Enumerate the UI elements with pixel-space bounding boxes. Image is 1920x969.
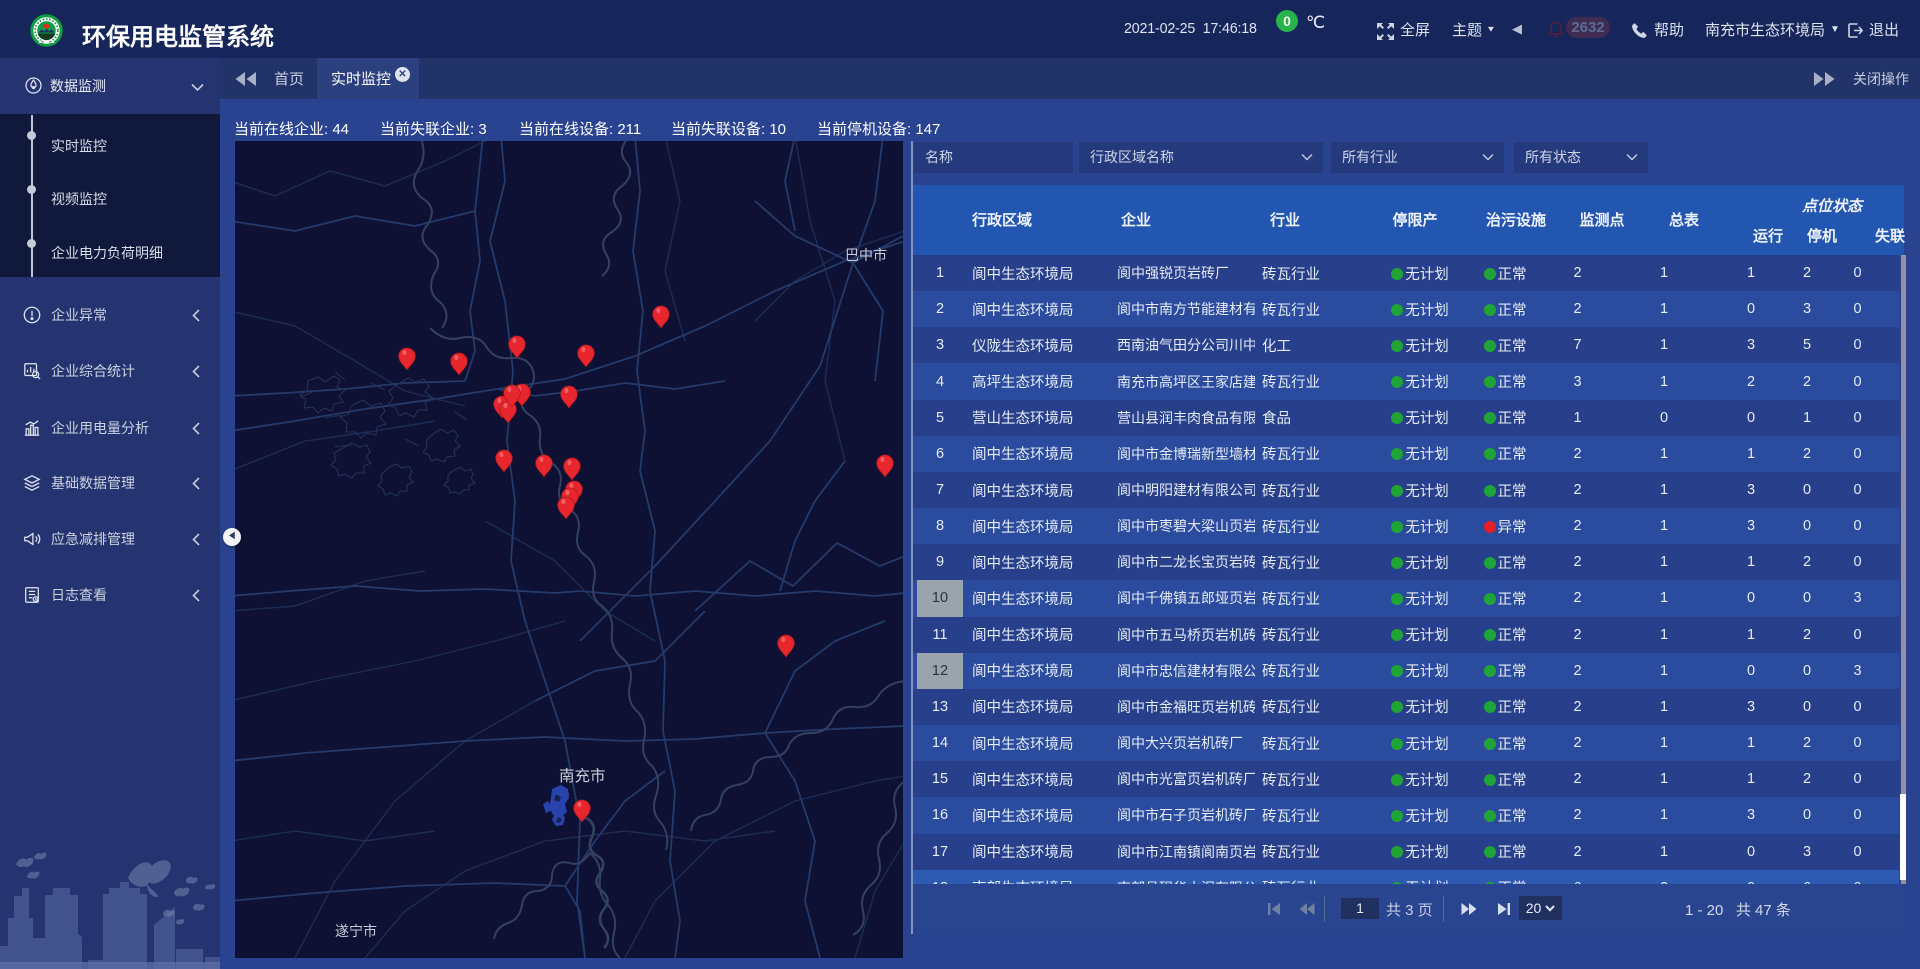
svg-text:遂宁市: 遂宁市: [335, 923, 377, 939]
svg-text:巴中市: 巴中市: [845, 247, 887, 263]
svg-text:南充市: 南充市: [559, 767, 606, 785]
